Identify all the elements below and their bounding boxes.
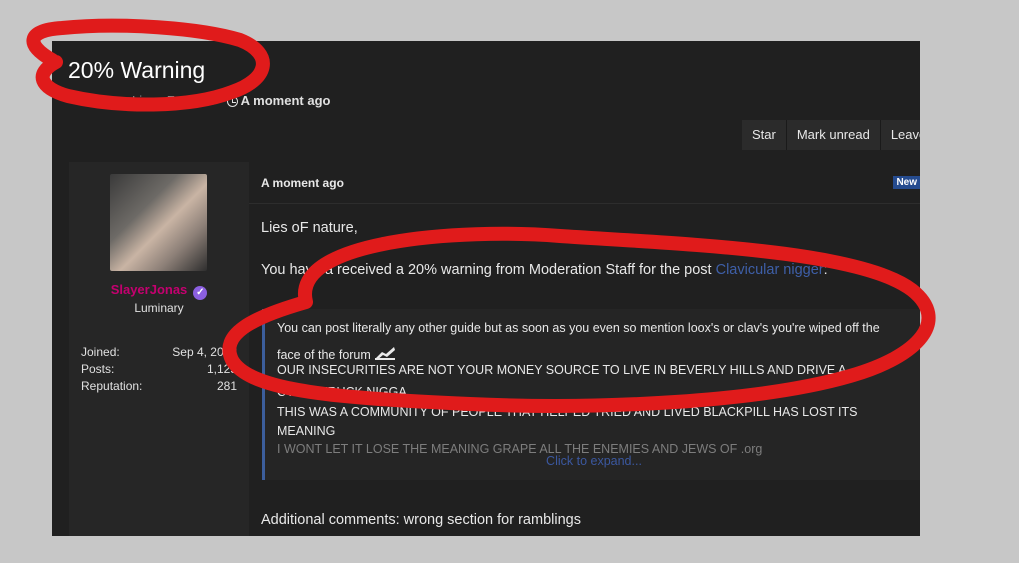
verified-icon: ✓ xyxy=(193,286,208,300)
expand-quote-link[interactable]: Click to expand... xyxy=(265,454,920,468)
mark-unread-button[interactable]: Mark unread xyxy=(786,120,881,150)
stat-joined: Joined: Sep 4, 2023 xyxy=(81,345,237,359)
page-title: 20% Warning xyxy=(68,57,206,83)
warning-text: You have a received a 20% warning from M… xyxy=(261,262,828,278)
stat-value: 1,125 xyxy=(206,362,237,376)
stat-value: Sep 4, 2023 xyxy=(172,345,237,359)
user-title: Luminary xyxy=(134,301,184,315)
quote-line: MEANING xyxy=(277,424,336,438)
avatar[interactable] xyxy=(110,174,207,271)
warning-suffix: : xyxy=(823,262,828,278)
divider xyxy=(249,203,920,204)
emoji-icon xyxy=(375,347,396,360)
thread-panel: 20% Warning Lies oF nature · A moment ag… xyxy=(52,41,920,536)
username-row: SlayerJonas ✓ xyxy=(69,282,249,300)
star-button[interactable]: Star xyxy=(742,120,787,150)
quote-line: face of the forum xyxy=(277,345,396,362)
thread-time[interactable]: A moment ago xyxy=(241,93,331,108)
stat-value: 281 xyxy=(216,379,237,393)
new-badge: New xyxy=(893,176,920,189)
username[interactable]: SlayerJonas xyxy=(111,282,188,297)
additional-comments: Additional comments: wrong section for r… xyxy=(261,512,581,528)
message-body: A moment ago New Lies oF nature, You hav… xyxy=(249,162,920,536)
stat-label: Reputation: xyxy=(81,379,143,393)
stat-posts: Posts: 1,125 xyxy=(81,362,237,376)
clock-icon xyxy=(226,96,238,107)
quote-line: OUR INSECURITIES ARE NOT YOUR MONEY SOUR… xyxy=(277,363,847,377)
stat-reputation: Reputation: 281 xyxy=(81,379,237,393)
greeting: Lies oF nature, xyxy=(261,220,358,236)
quote-line: You can post literally any other guide b… xyxy=(277,321,880,335)
warning-prefix: You have a received a 20% warning from M… xyxy=(261,262,716,278)
post-link[interactable]: Clavicular nigger xyxy=(716,262,824,278)
stat-label: Joined: xyxy=(81,345,120,359)
thread-author[interactable]: Lies oF nature · xyxy=(132,93,227,108)
stat-label: Posts: xyxy=(81,362,115,376)
thread-meta: Lies oF nature · A moment ago xyxy=(132,93,330,108)
thread-toolbar: Star Mark unread Leave xyxy=(742,120,920,150)
quote-line: THIS WAS A COMMUNITY OF PEOPLE THAT HELP… xyxy=(277,405,858,419)
leave-button[interactable]: Leave xyxy=(880,120,920,150)
quote-line: CYBERTRUCK NIGGA xyxy=(277,385,407,399)
quote-text: face of the forum xyxy=(277,348,371,362)
quote-block: You can post literally any other guide b… xyxy=(262,309,920,480)
message-time[interactable]: A moment ago xyxy=(261,176,344,190)
user-pane: SlayerJonas ✓ Luminary Joined: Sep 4, 202… xyxy=(69,162,249,536)
